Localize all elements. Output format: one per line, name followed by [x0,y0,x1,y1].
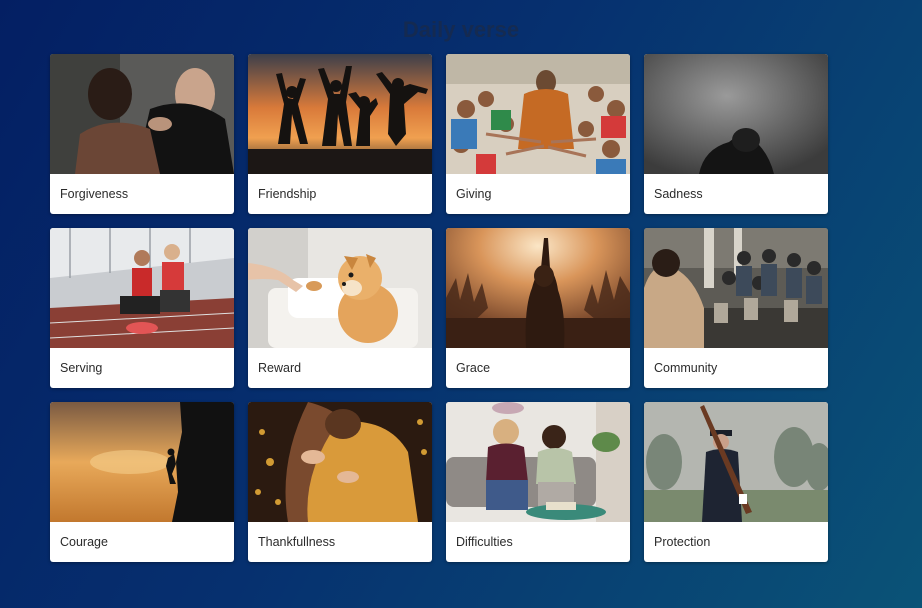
topic-card-thankfullness[interactable]: Thankfullness [248,402,432,562]
card-label: Friendship [258,187,317,201]
topic-card-reward[interactable]: Reward [248,228,432,388]
giving-image [446,54,630,174]
topic-card-grace[interactable]: Grace [446,228,630,388]
card-label: Courage [60,535,108,549]
card-label: Sadness [654,187,703,201]
topic-card-forgiveness[interactable]: Forgiveness [50,54,234,214]
card-label: Forgiveness [60,187,129,201]
topic-card-courage[interactable]: Courage [50,402,234,562]
grace-image [446,228,630,348]
forgiveness-image [50,54,234,174]
card-label: Grace [456,361,491,375]
page-title: Daily verse [402,17,520,42]
topic-card-protection[interactable]: Protection [644,402,828,562]
reward-image [248,228,432,348]
topic-card-giving[interactable]: Giving [446,54,630,214]
card-label: Giving [456,187,492,201]
community-image [644,228,828,348]
card-label: Community [654,361,718,375]
friendship-image [248,54,432,174]
difficulties-image [446,402,630,522]
serving-image [50,228,234,348]
sadness-image [644,54,828,174]
card-label: Protection [654,535,711,549]
verse-topic-grid: Forgiveness Friendship Giving Sadness Se… [50,54,828,562]
topic-card-friendship[interactable]: Friendship [248,54,432,214]
thankfullness-image [248,402,432,522]
topic-card-serving[interactable]: Serving [50,228,234,388]
card-label: Reward [258,361,302,375]
card-label: Thankfullness [258,535,336,549]
topic-card-difficulties[interactable]: Difficulties [446,402,630,562]
protection-image [644,402,828,522]
card-label: Difficulties [456,535,513,549]
topic-card-community[interactable]: Community [644,228,828,388]
courage-image [50,402,234,522]
topic-card-sadness[interactable]: Sadness [644,54,828,214]
card-label: Serving [60,361,103,375]
